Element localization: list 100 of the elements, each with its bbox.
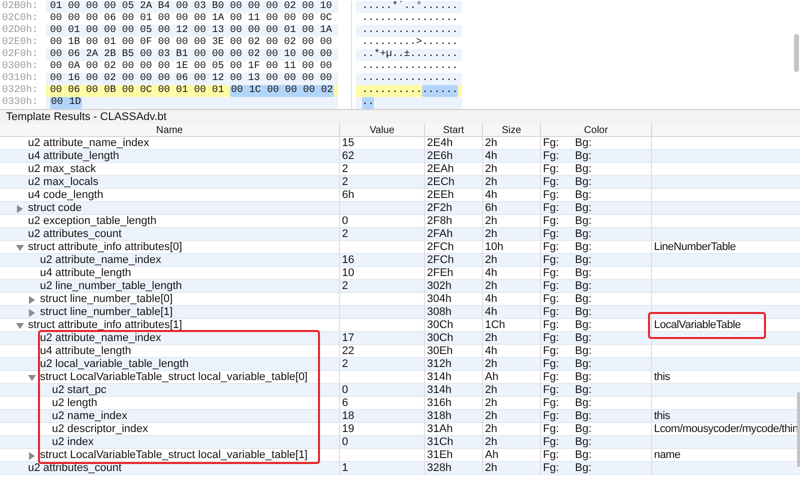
expand-triangle-icon[interactable]: [28, 308, 36, 316]
foreground-label: Fg:: [543, 280, 560, 293]
foreground-label: Fg:: [543, 150, 560, 163]
start-offset: 304h: [427, 293, 452, 306]
foreground-label: Fg:: [543, 215, 560, 228]
foreground-label: Fg:: [543, 267, 560, 280]
hex-bytes: 00 06 00 0B 00 0C 00 01 00 01: [50, 85, 224, 97]
offset-label: 0330h:: [1, 97, 40, 109]
foreground-label: Fg:: [543, 202, 560, 215]
start-offset: 328h: [427, 462, 452, 475]
collapse-triangle-icon[interactable]: [16, 244, 24, 252]
field-name: struct LocalVariableTable_struct local_variable_table[0]: [40, 371, 308, 384]
hex-bytes: 00 06 2A 2B B5 00 03 B1 00 00 00 02 00 10 00 00: [50, 49, 332, 61]
start-offset: 31Ch: [427, 436, 454, 449]
comment-text: Lcom/mousycoder/mycode/thin: [654, 423, 798, 436]
field-name: u2 start_pc: [52, 384, 106, 397]
field-size: Ah: [485, 371, 498, 384]
background-label: Bg:: [575, 410, 592, 423]
field-name: u4 code_length: [28, 189, 104, 202]
start-offset: 31Ah: [427, 423, 453, 436]
field-value: 2: [342, 228, 348, 241]
field-value: 2: [342, 163, 348, 176]
field-name: struct attribute_info attributes[0]: [28, 241, 182, 254]
ascii-text: ..........: [362, 85, 422, 97]
field-name: u2 length: [52, 397, 98, 410]
field-value: 16: [342, 254, 354, 267]
hex-bytes: 00 1C 00 00 00 02: [230, 85, 334, 97]
offset-label: 02F0h:: [1, 49, 40, 60]
foreground-label: Fg:: [543, 462, 560, 475]
foreground-label: Fg:: [543, 137, 560, 150]
foreground-label: Fg:: [543, 241, 560, 254]
background-label: Bg:: [575, 319, 592, 332]
foreground-label: Fg:: [543, 176, 560, 189]
background-label: Bg:: [575, 267, 592, 280]
start-offset: 2FAh: [427, 228, 453, 241]
field-value: 2: [342, 280, 348, 293]
background-label: Bg:: [575, 345, 592, 358]
field-size: 10h: [485, 241, 504, 254]
field-name: u2 exception_table_length: [28, 215, 156, 228]
start-offset: 312h: [427, 358, 452, 371]
field-name: u2 max_stack: [28, 163, 96, 176]
field-size: 6h: [485, 202, 498, 215]
ascii-text: ..*+µ..±........: [362, 49, 458, 61]
field-size: 2h: [485, 384, 498, 397]
collapse-triangle-icon[interactable]: [28, 374, 36, 382]
field-name: u4 attribute_length: [28, 150, 120, 163]
field-size: 4h: [485, 267, 498, 280]
foreground-label: Fg:: [543, 306, 560, 319]
offset-label: 02E0h:: [1, 37, 40, 48]
foreground-label: Fg:: [543, 319, 560, 332]
background-label: Bg:: [575, 202, 592, 215]
start-offset: 2F8h: [427, 215, 452, 228]
background-label: Bg:: [575, 436, 592, 449]
column-header[interactable]: Value: [340, 124, 425, 136]
background-label: Bg:: [575, 306, 592, 319]
ascii-text: ................: [362, 73, 458, 85]
field-name: u2 descriptor_index: [52, 423, 148, 436]
hex-bytes: 01 00 00 00 05 2A B4 00 03 B0 00 00 00 02 00 10: [50, 1, 332, 13]
field-size: 4h: [485, 189, 498, 202]
collapse-triangle-icon[interactable]: [16, 322, 24, 330]
hex-bytes: 00 01 00 00 00 05 00 12 00 13 00 00 00 01 00 1A: [50, 25, 332, 37]
foreground-label: Fg:: [543, 358, 560, 371]
foreground-label: Fg:: [543, 345, 560, 358]
comment-text: LocalVariableTable: [654, 319, 741, 332]
offset-label: 02D0h:: [1, 25, 40, 36]
comment-text: name: [654, 449, 680, 462]
column-header[interactable]: Size: [483, 124, 541, 136]
column-header[interactable]: Start: [425, 124, 483, 136]
field-name: struct attribute_info attributes[1]: [28, 319, 182, 332]
field-value: 2: [342, 358, 348, 371]
foreground-label: Fg:: [543, 397, 560, 410]
field-size: 2h: [485, 254, 498, 267]
field-value: 2: [342, 176, 348, 189]
foreground-label: Fg:: [543, 163, 560, 176]
field-value: 62: [342, 150, 354, 163]
column-header[interactable]: Color: [541, 124, 652, 136]
field-size: 2h: [485, 228, 498, 241]
background-label: Bg:: [575, 163, 592, 176]
column-header[interactable]: Name: [0, 124, 340, 136]
field-value: 17: [342, 332, 354, 345]
expand-triangle-icon[interactable]: [16, 204, 24, 212]
field-name: u2 max_locals: [28, 176, 98, 189]
scroll-bar[interactable]: [794, 34, 799, 72]
field-name: struct line_number_table[1]: [40, 306, 173, 319]
background-label: Bg:: [575, 215, 592, 228]
expand-triangle-icon[interactable]: [28, 452, 36, 460]
field-size: 2h: [485, 176, 498, 189]
field-size: 4h: [485, 293, 498, 306]
expand-triangle-icon[interactable]: [28, 296, 36, 304]
field-name: u2 attribute_name_index: [40, 332, 162, 345]
background-label: Bg:: [575, 176, 592, 189]
field-size: 2h: [485, 358, 498, 371]
scroll-bar[interactable]: [797, 392, 800, 467]
field-size: 2h: [485, 436, 498, 449]
foreground-label: Fg:: [543, 449, 560, 462]
field-size: 2h: [485, 215, 498, 228]
foreground-label: Fg:: [543, 410, 560, 423]
background-label: Bg:: [575, 358, 592, 371]
ascii-text: .....*´..°......: [362, 1, 458, 13]
background-label: Bg:: [575, 462, 592, 475]
